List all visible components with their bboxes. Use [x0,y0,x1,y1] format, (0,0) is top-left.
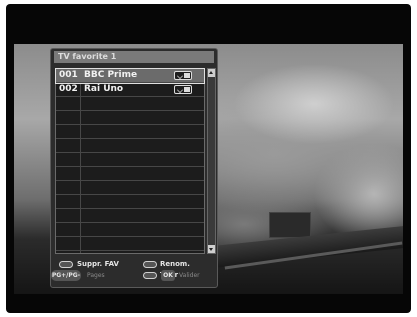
list-scrollbar[interactable] [207,68,216,254]
empty-row[interactable] [56,195,204,209]
lock-scramble-icon [174,85,192,94]
favorites-panel: TV favorite 1 001 BBC Prime 002 Rai Uno [50,48,218,288]
channel-row[interactable]: 001 BBC Prime [55,68,205,84]
channel-number: 001 [59,70,78,80]
green-key-icon[interactable] [143,261,157,268]
channel-row[interactable]: 002 Rai Uno [56,83,204,97]
empty-row[interactable] [56,167,204,181]
delete-favorite-label: Suppr. FAV [77,260,119,268]
empty-row[interactable] [56,237,204,251]
empty-row[interactable] [56,125,204,139]
ok-key-button[interactable]: OK [161,270,175,281]
empty-row[interactable] [56,209,204,223]
empty-row[interactable] [56,223,204,237]
video-object [269,212,311,238]
rename-label: Renom. [160,260,190,268]
empty-row[interactable] [56,97,204,111]
scroll-down-arrow-icon[interactable] [208,245,215,253]
empty-row[interactable] [56,181,204,195]
page-key-button[interactable]: PG+/PG- [51,270,81,281]
channel-name: BBC Prime [84,70,138,80]
pages-label: Pages [87,272,105,279]
red-key-icon[interactable] [59,261,73,268]
tv-screen: TV favorite 1 001 BBC Prime 002 Rai Uno [6,4,411,313]
scroll-up-arrow-icon[interactable] [208,69,215,77]
footer-bar: PG+/PG- Pages OK Valider [51,269,216,283]
lock-scramble-icon [174,71,192,80]
validate-label: Valider [179,272,200,279]
panel-title: TV favorite 1 [54,51,214,63]
empty-row[interactable] [56,153,204,167]
channel-list[interactable]: 001 BBC Prime 002 Rai Uno [55,68,205,254]
empty-row[interactable] [56,111,204,125]
channel-number: 002 [59,84,78,94]
channel-name: Rai Uno [84,84,124,94]
empty-row[interactable] [56,139,204,153]
